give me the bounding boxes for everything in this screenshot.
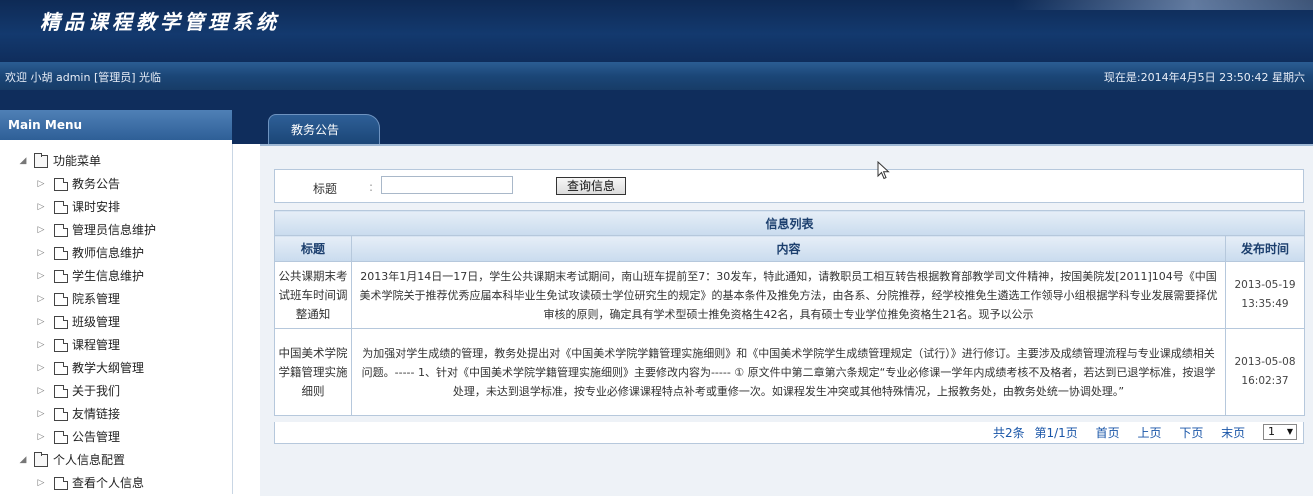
file-icon bbox=[54, 362, 68, 375]
row-title-link[interactable]: 中国美术学院学籍管理实施细则 bbox=[274, 328, 352, 416]
search-label: 标题 bbox=[313, 182, 338, 196]
menu-item-view-profile[interactable]: ▷ 查看个人信息 bbox=[0, 472, 232, 495]
page-indicator: 第1/1页 bbox=[1034, 426, 1078, 440]
collapse-arrow-icon: ▷ bbox=[37, 248, 45, 258]
menu-item-about[interactable]: ▷ 关于我们 bbox=[0, 380, 232, 403]
collapse-arrow-icon: ▷ bbox=[37, 432, 45, 442]
file-icon bbox=[54, 178, 68, 191]
mouse-cursor-icon bbox=[877, 161, 890, 180]
column-header-date: 发布时间 bbox=[1224, 235, 1306, 262]
folder-icon bbox=[34, 452, 48, 467]
menu-group-profile[interactable]: ◢ 个人信息配置 bbox=[0, 449, 232, 472]
search-label-colon: : bbox=[369, 180, 374, 194]
row-content: 为加强对学生成绩的管理，教务处提出对《中国美术学院学籍管理实施细则》和《中国美术… bbox=[351, 328, 1226, 416]
last-page-link[interactable]: 末页 bbox=[1221, 426, 1245, 440]
file-icon bbox=[54, 293, 68, 306]
info-table: 信息列表 标题 内容 发布时间 公共课期末考试班车时间调整通知 2013年1月1… bbox=[273, 210, 1306, 416]
pagination: 共2条 第1/1页 首页 上页 下页 末页 1 bbox=[274, 422, 1304, 444]
row-title-link[interactable]: 公共课期末考试班车时间调整通知 bbox=[274, 261, 352, 329]
page-select[interactable]: 1 bbox=[1263, 424, 1297, 440]
collapse-arrow-icon: ▷ bbox=[37, 386, 45, 396]
total-count: 共2条 bbox=[993, 426, 1025, 440]
menu-item-notice-admin[interactable]: ▷ 公告管理 bbox=[0, 426, 232, 449]
prev-page-link[interactable]: 上页 bbox=[1137, 426, 1161, 440]
header-decoration bbox=[1013, 0, 1313, 10]
sidebar: Main Menu ◢ 功能菜单 ▷ 教务公告 ▷ 课时安排 ▷ 管理员信息维护 ▷ 教… bbox=[0, 110, 233, 494]
collapse-arrow-icon: ▷ bbox=[37, 317, 45, 327]
table-caption: 信息列表 bbox=[273, 210, 1306, 236]
menu-tree: ◢ 功能菜单 ▷ 教务公告 ▷ 课时安排 ▷ 管理员信息维护 ▷ 教师信息维护 ▷ 学生信… bbox=[0, 150, 232, 495]
menu-item-teacher-info[interactable]: ▷ 教师信息维护 bbox=[0, 242, 232, 265]
menu-item-departments[interactable]: ▷ 院系管理 bbox=[0, 288, 232, 311]
collapse-arrow-icon: ▷ bbox=[37, 409, 45, 419]
collapse-arrow-icon: ▷ bbox=[37, 271, 45, 281]
column-header-content: 内容 bbox=[351, 235, 1226, 262]
folder-icon bbox=[34, 153, 48, 168]
menu-item-links[interactable]: ▷ 友情链接 bbox=[0, 403, 232, 426]
welcome-text: 欢迎 小胡 admin [管理员] 光临 bbox=[5, 71, 162, 84]
search-bar: 标题 : 查询信息 bbox=[274, 169, 1304, 203]
first-page-link[interactable]: 首页 bbox=[1096, 426, 1120, 440]
query-button[interactable]: 查询信息 bbox=[556, 177, 626, 195]
menu-item-announcements[interactable]: ▷ 教务公告 bbox=[0, 173, 232, 196]
collapse-arrow-icon: ▷ bbox=[37, 363, 45, 373]
expand-icon[interactable]: ◢ bbox=[18, 150, 28, 173]
file-icon bbox=[54, 270, 68, 283]
menu-item-syllabus[interactable]: ▷ 教学大纲管理 bbox=[0, 357, 232, 380]
row-content: 2013年1月14日一17日，学生公共课期末考试期间，南山班车提前至7：30发车… bbox=[351, 261, 1226, 329]
file-icon bbox=[54, 201, 68, 214]
row-date: 2013-05-19 13:35:49 bbox=[1224, 261, 1306, 329]
menu-item-admin-info[interactable]: ▷ 管理员信息维护 bbox=[0, 219, 232, 242]
column-header-title: 标题 bbox=[274, 235, 352, 262]
header-strip bbox=[0, 90, 1313, 110]
menu-item-courses[interactable]: ▷ 课程管理 bbox=[0, 334, 232, 357]
app-header: 精品课程教学管理系统 bbox=[0, 0, 1313, 62]
collapse-arrow-icon: ▷ bbox=[37, 478, 45, 488]
table-row: 公共课期末考试班车时间调整通知 2013年1月14日一17日，学生公共课期末考试… bbox=[274, 261, 1306, 329]
menu-group-functions[interactable]: ◢ 功能菜单 bbox=[0, 150, 232, 173]
title-search-input[interactable] bbox=[381, 176, 513, 194]
collapse-arrow-icon: ▷ bbox=[37, 225, 45, 235]
collapse-arrow-icon: ▷ bbox=[37, 202, 45, 212]
tab-announcements[interactable]: 教务公告 bbox=[268, 114, 380, 144]
next-page-link[interactable]: 下页 bbox=[1179, 426, 1203, 440]
collapse-arrow-icon: ▷ bbox=[37, 179, 45, 189]
main-menu-title: Main Menu bbox=[0, 110, 232, 140]
status-bar: 欢迎 小胡 admin [管理员] 光临 现在是:2014年4月5日 23:50… bbox=[0, 62, 1313, 90]
collapse-arrow-icon: ▷ bbox=[37, 340, 45, 350]
row-date: 2013-05-08 16:02:37 bbox=[1224, 328, 1306, 416]
app-title: 精品课程教学管理系统 bbox=[40, 10, 280, 34]
menu-item-schedule[interactable]: ▷ 课时安排 bbox=[0, 196, 232, 219]
file-icon bbox=[54, 431, 68, 444]
file-icon bbox=[54, 247, 68, 260]
file-icon bbox=[54, 316, 68, 329]
file-icon bbox=[54, 339, 68, 352]
file-icon bbox=[54, 224, 68, 237]
expand-icon[interactable]: ◢ bbox=[18, 449, 28, 472]
current-datetime: 现在是:2014年4月5日 23:50:42 星期六 bbox=[1103, 71, 1305, 84]
table-row: 中国美术学院学籍管理实施细则 为加强对学生成绩的管理，教务处提出对《中国美术学院… bbox=[274, 328, 1306, 416]
content-panel: 标题 : 查询信息 信息列表 标题 内容 发布时间 公共课期末考试班车时间调整通… bbox=[260, 144, 1313, 496]
collapse-arrow-icon: ▷ bbox=[37, 294, 45, 304]
file-icon bbox=[54, 385, 68, 398]
tab-bar: 教务公告 bbox=[232, 110, 1313, 144]
file-icon bbox=[54, 408, 68, 421]
menu-item-classes[interactable]: ▷ 班级管理 bbox=[0, 311, 232, 334]
menu-item-student-info[interactable]: ▷ 学生信息维护 bbox=[0, 265, 232, 288]
file-icon bbox=[54, 477, 68, 490]
